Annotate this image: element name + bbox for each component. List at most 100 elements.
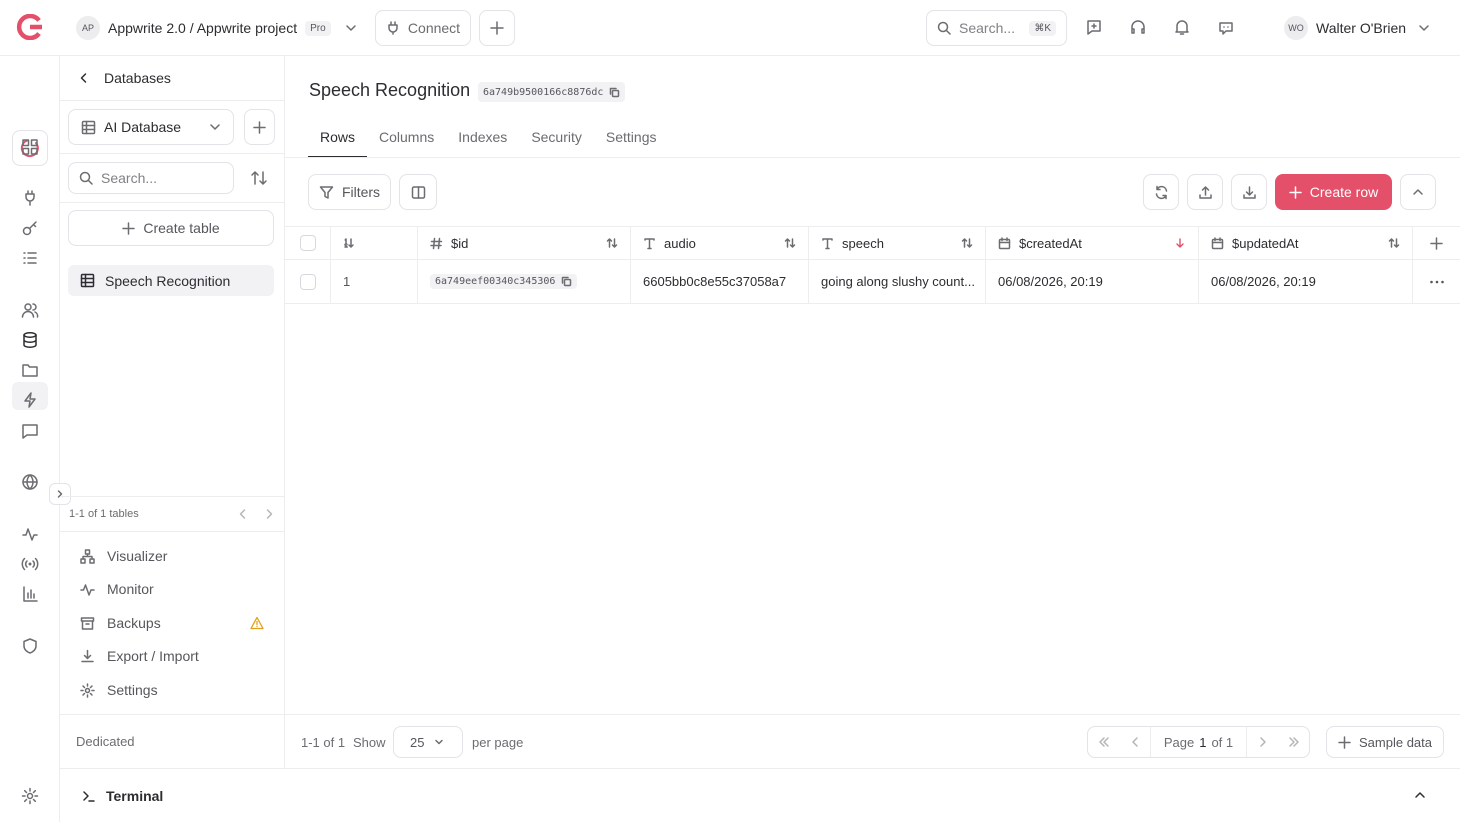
first-page-icon[interactable] (1088, 727, 1119, 757)
row-audio-cell[interactable]: 6605bb0c8e55c37058a7 (631, 260, 809, 303)
folder-icon[interactable] (21, 361, 39, 379)
globe-icon[interactable] (21, 473, 39, 491)
last-page-icon[interactable] (1278, 727, 1309, 757)
messaging-icon[interactable] (21, 422, 39, 440)
column-header-label: $updatedAt (1232, 235, 1299, 251)
copy-icon (609, 87, 620, 98)
project-switcher[interactable]: AP Appwrite 2.0 / Appwrite project Pro (76, 16, 357, 40)
row-checkbox[interactable] (299, 273, 316, 290)
headphones-icon[interactable] (1129, 18, 1147, 36)
page-title: Speech Recognition (309, 80, 471, 100)
column-header-updatedat[interactable]: $updatedAt (1199, 227, 1413, 259)
database-type-label: Dedicated (76, 734, 135, 749)
top-bar: AP Appwrite 2.0 / Appwrite project Pro C… (0, 0, 1460, 56)
tab-rows[interactable]: Rows (308, 120, 368, 158)
table-search-input[interactable]: Search... (68, 162, 234, 194)
sort-icon[interactable] (961, 237, 973, 249)
gear-icon (80, 682, 95, 698)
plug-icon[interactable] (21, 189, 39, 207)
page-current: 1 (1199, 734, 1207, 750)
sort-icon[interactable] (784, 237, 796, 249)
sidebar-item-monitor[interactable]: Monitor (80, 581, 154, 597)
collapse-toolbar-button[interactable] (1400, 174, 1436, 210)
global-search[interactable]: Search... ⌘K (926, 10, 1067, 46)
filters-button[interactable]: Filters (308, 174, 391, 210)
realtime-icon[interactable] (21, 555, 39, 573)
user-menu[interactable]: WO Walter O'Brien (1284, 16, 1430, 40)
sidebar-item-label: Monitor (107, 581, 154, 597)
row-id-chip[interactable]: 6a749eef00340c345306 (430, 274, 578, 289)
search-placeholder: Search... (959, 20, 1016, 36)
row-updatedat-cell[interactable]: 06/08/2026, 20:19 (1199, 260, 1413, 303)
prev-page-icon[interactable] (1119, 727, 1150, 757)
tab-settings[interactable]: Settings (594, 120, 669, 158)
sidebar-item-settings[interactable]: Settings (80, 682, 158, 698)
list-icon[interactable] (21, 249, 39, 267)
chevron-left-icon[interactable] (237, 508, 249, 520)
upload-button[interactable] (1187, 174, 1223, 210)
sort-descending-icon[interactable] (1174, 237, 1186, 249)
tab-indexes[interactable]: Indexes (446, 120, 519, 158)
column-header-audio[interactable]: audio (631, 227, 809, 259)
appwrite-logo-icon[interactable] (16, 14, 44, 40)
project-avatar: AP (76, 16, 100, 40)
search-shortcut: ⌘K (1029, 20, 1056, 36)
sidebar-item-visualizer[interactable]: Visualizer (80, 548, 167, 564)
database-icon[interactable] (21, 331, 39, 349)
table-item-speech-recognition[interactable]: Speech Recognition (68, 265, 274, 296)
activity-icon[interactable] (21, 525, 39, 543)
overview-grid-icon[interactable] (21, 138, 39, 156)
chevron-right-icon[interactable] (263, 508, 275, 520)
back-to-databases-link[interactable]: Databases (60, 56, 284, 101)
create-row-button[interactable]: Create row (1275, 174, 1392, 210)
chevron-up-icon[interactable] (1414, 789, 1426, 801)
next-page-icon[interactable] (1247, 727, 1278, 757)
add-button[interactable] (479, 10, 515, 46)
row-speech-cell[interactable]: going along slushy count... (809, 260, 986, 303)
shield-icon[interactable] (21, 637, 39, 655)
sidebar-item-export-import[interactable]: Export / Import (80, 648, 199, 664)
chevron-down-icon (1418, 22, 1430, 34)
feedback-icon[interactable] (1085, 18, 1103, 36)
sort-icon[interactable] (1388, 237, 1400, 249)
bell-icon[interactable] (1173, 18, 1191, 36)
gear-icon[interactable] (21, 787, 39, 805)
page-total: of 1 (1211, 734, 1234, 750)
add-database-button[interactable] (244, 109, 275, 145)
column-header-id[interactable]: $id (418, 227, 631, 259)
sidebar-item-backups[interactable]: Backups (80, 615, 264, 631)
table-id-chip[interactable]: 6a749b9500166c8876dc (478, 82, 626, 102)
row-createdat-cell[interactable]: 06/08/2026, 20:19 (986, 260, 1199, 303)
select-all-checkbox[interactable] (299, 235, 316, 251)
toggle-columns-button[interactable] (399, 174, 437, 210)
key-icon[interactable] (21, 219, 39, 237)
usage-chart-icon[interactable] (21, 585, 39, 603)
download-button[interactable] (1231, 174, 1267, 210)
refresh-button[interactable] (1143, 174, 1179, 210)
functions-bolt-icon[interactable] (21, 391, 39, 409)
sample-data-button[interactable]: Sample data (1326, 726, 1444, 758)
tab-columns[interactable]: Columns (367, 120, 446, 158)
row-actions-cell[interactable] (1413, 260, 1460, 303)
terminal-bar[interactable]: Terminal (60, 768, 1460, 822)
add-column-cell[interactable] (1413, 227, 1460, 259)
database-select[interactable]: AI Database (68, 109, 234, 145)
column-header-createdat[interactable]: $createdAt (986, 227, 1199, 259)
sort-icon[interactable] (250, 169, 268, 187)
create-table-button[interactable]: Create table (68, 210, 274, 246)
index-header-cell (331, 227, 418, 259)
project-title: Appwrite 2.0 / Appwrite project (108, 20, 298, 36)
tab-security[interactable]: Security (519, 120, 594, 158)
per-page-select[interactable]: 25 (393, 726, 463, 758)
user-name: Walter O'Brien (1316, 20, 1407, 36)
download-icon (80, 649, 95, 664)
assistant-icon[interactable] (1217, 18, 1235, 36)
row-number-icon (343, 237, 355, 249)
users-icon[interactable] (21, 301, 39, 319)
connect-button[interactable]: Connect (375, 10, 471, 46)
sidebar-item-label: Visualizer (107, 548, 168, 564)
table-row[interactable]: 1 6a749eef00340c345306 6605bb0c8e55c3705… (285, 260, 1460, 304)
column-header-speech[interactable]: speech (809, 227, 986, 259)
sort-icon[interactable] (606, 237, 618, 249)
columns-layout-icon (411, 185, 426, 200)
